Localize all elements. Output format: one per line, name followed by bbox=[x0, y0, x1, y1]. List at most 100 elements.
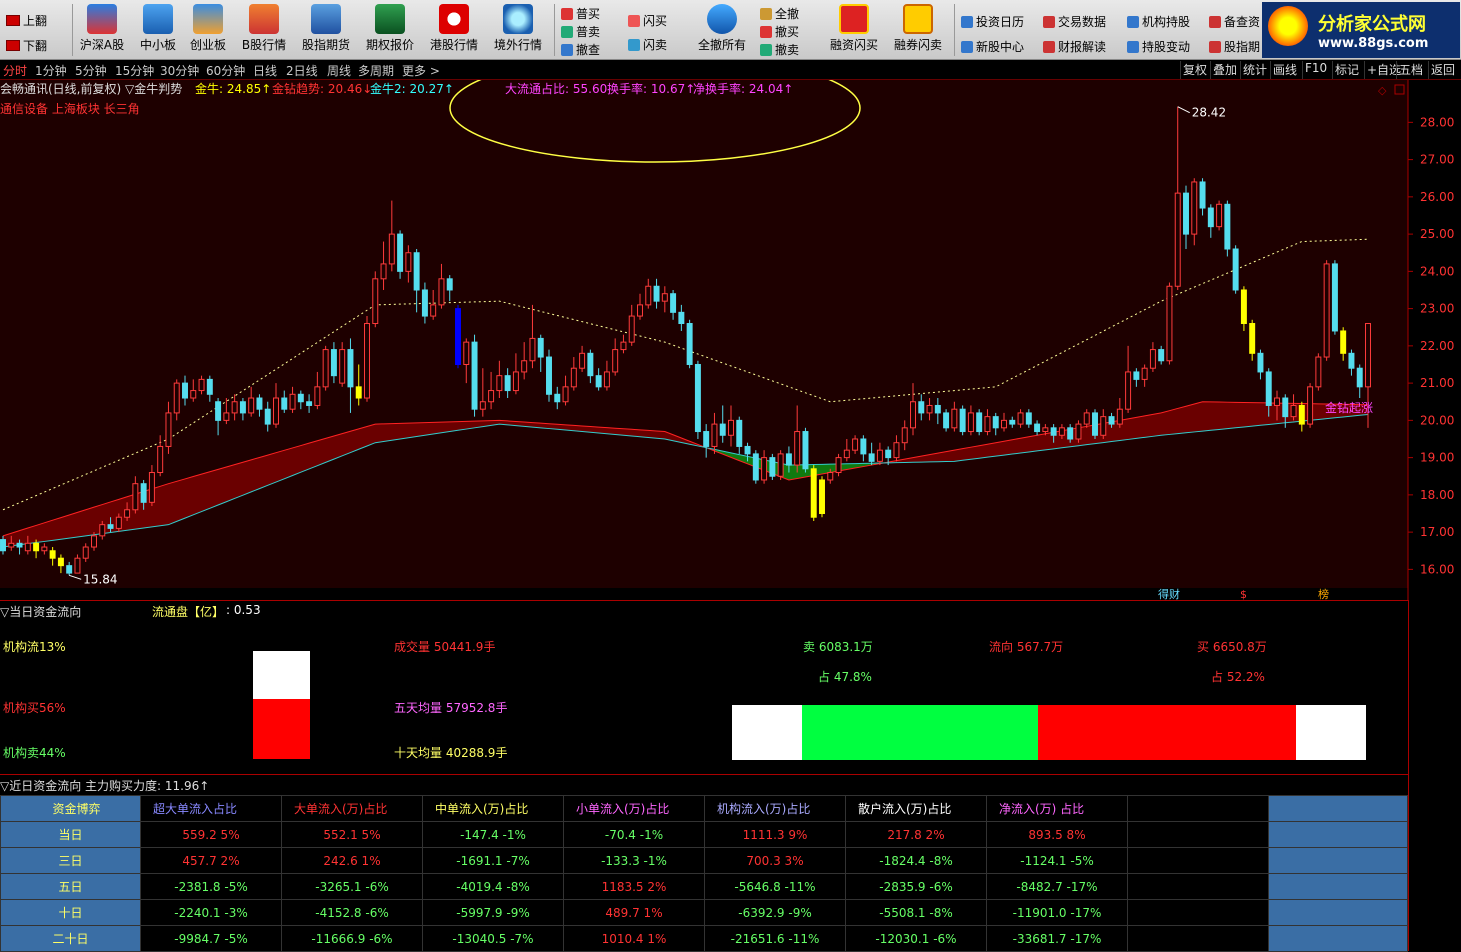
candle-body[interactable] bbox=[976, 412, 983, 433]
period-tab-10[interactable]: 更多 > bbox=[402, 62, 440, 79]
candle-body[interactable] bbox=[124, 509, 131, 518]
candle-body[interactable] bbox=[1365, 323, 1371, 388]
candle-body[interactable] bbox=[512, 371, 519, 392]
candle-body[interactable] bbox=[24, 542, 31, 552]
period-tab-8[interactable]: 周线 bbox=[327, 62, 351, 79]
period-tab-5[interactable]: 60分钟 bbox=[206, 62, 245, 79]
tool-button-3[interactable]: 画线 bbox=[1270, 61, 1299, 79]
candle-body[interactable] bbox=[173, 382, 180, 414]
candle-body[interactable] bbox=[1009, 419, 1016, 425]
candle-body[interactable] bbox=[438, 278, 445, 306]
candle-body[interactable] bbox=[537, 337, 544, 358]
candle-body[interactable] bbox=[901, 427, 908, 444]
candle-body[interactable] bbox=[165, 412, 172, 447]
candle-body[interactable] bbox=[521, 360, 528, 373]
candle-body[interactable] bbox=[1340, 330, 1347, 354]
candle-body[interactable] bbox=[645, 285, 652, 306]
ipo-center-link[interactable]: 新股中心 bbox=[961, 38, 1024, 55]
candle-body[interactable] bbox=[1265, 371, 1272, 406]
candle-body[interactable] bbox=[41, 546, 48, 552]
candle-body[interactable] bbox=[1166, 285, 1173, 362]
candle-body[interactable] bbox=[297, 393, 304, 403]
candle-body[interactable] bbox=[1183, 192, 1189, 235]
candle-body[interactable] bbox=[926, 404, 933, 414]
period-tab-3[interactable]: 15分钟 bbox=[115, 62, 154, 79]
table-row[interactable]: 五日 -2381.8 -5% -3265.1 -6% -4019.4 -8% 1183.… bbox=[0, 873, 1408, 900]
candle-body[interactable] bbox=[413, 252, 420, 291]
candle-body[interactable] bbox=[1100, 416, 1107, 436]
candle-body[interactable] bbox=[769, 457, 776, 477]
flash-buy-button[interactable]: 闪买 bbox=[628, 12, 667, 29]
table-header-5[interactable]: 机构流入(万)占比 bbox=[704, 795, 846, 822]
candle-body[interactable] bbox=[843, 449, 850, 459]
candle-body[interactable] bbox=[1092, 412, 1098, 436]
candle-body[interactable] bbox=[1315, 356, 1322, 388]
table-header-2[interactable]: 大单流入(万)占比 bbox=[281, 795, 423, 822]
period-tab-6[interactable]: 日线 bbox=[253, 62, 277, 79]
candle-body[interactable] bbox=[1191, 181, 1198, 235]
event-tag-2[interactable]: 榜 bbox=[1318, 587, 1329, 600]
page-down-button[interactable]: 下翻 bbox=[6, 37, 47, 54]
candle-body[interactable] bbox=[322, 349, 329, 388]
candle-body[interactable] bbox=[1257, 352, 1264, 373]
period-tab-9[interactable]: 多周期 bbox=[358, 62, 394, 79]
candle-body[interactable] bbox=[504, 375, 511, 392]
candle-body[interactable] bbox=[810, 468, 817, 518]
candle-body[interactable] bbox=[405, 252, 412, 272]
candle-body[interactable] bbox=[115, 516, 122, 529]
candle-body[interactable] bbox=[479, 401, 486, 410]
trade-data-link[interactable]: 交易数据 bbox=[1043, 13, 1106, 30]
candle-body[interactable] bbox=[1232, 248, 1239, 291]
candle-body[interactable] bbox=[653, 285, 660, 302]
candle-body[interactable] bbox=[463, 341, 470, 365]
candle-body[interactable] bbox=[1207, 207, 1214, 228]
candle-body[interactable] bbox=[397, 233, 404, 272]
normal-buy-button[interactable]: 普买 bbox=[561, 5, 600, 22]
index-futures-button[interactable]: 股指期货 bbox=[296, 2, 356, 58]
candle-body[interactable] bbox=[132, 483, 139, 511]
candle-body[interactable] bbox=[893, 442, 900, 459]
candle-body[interactable] bbox=[595, 375, 602, 388]
holding-change-link[interactable]: 持股变动 bbox=[1127, 38, 1190, 55]
candle-body[interactable] bbox=[910, 401, 916, 429]
candle-body[interactable] bbox=[1298, 404, 1305, 425]
candle-body[interactable] bbox=[1307, 386, 1314, 425]
candle-body[interactable] bbox=[827, 472, 834, 481]
candle-body[interactable] bbox=[1356, 367, 1363, 388]
candle-body[interactable] bbox=[1083, 412, 1090, 425]
candle-body[interactable] bbox=[1240, 289, 1247, 325]
candle-body[interactable] bbox=[1125, 371, 1132, 410]
candle-body[interactable] bbox=[380, 263, 387, 280]
table-row[interactable]: 当日 559.2 5% 552.1 5% -147.4 -1% -70.4 -1% 111… bbox=[0, 821, 1408, 848]
table-header-7[interactable]: 净流入(万) 占比 bbox=[986, 795, 1128, 822]
inst-holding-link[interactable]: 机构持股 bbox=[1127, 13, 1190, 30]
candle-body[interactable] bbox=[74, 557, 81, 574]
candle-body[interactable] bbox=[984, 416, 991, 433]
candle-body[interactable] bbox=[761, 457, 768, 481]
candle-body[interactable] bbox=[918, 401, 925, 414]
candle-body[interactable] bbox=[198, 378, 205, 392]
index-futures-link[interactable]: 股指期 bbox=[1209, 38, 1260, 55]
candle-body[interactable] bbox=[364, 323, 370, 399]
candle-body[interactable] bbox=[281, 397, 288, 410]
table-row[interactable]: 二十日 -9984.7 -5% -11666.9 -6% -13040.5 -7% 10… bbox=[0, 925, 1408, 952]
candle-body[interactable] bbox=[637, 304, 643, 317]
candle-body[interactable] bbox=[703, 431, 710, 447]
candle-body[interactable] bbox=[1141, 367, 1148, 380]
candle-body[interactable] bbox=[107, 524, 114, 529]
table-header-0[interactable]: 资金博弈 bbox=[0, 795, 141, 822]
cancel-query-button[interactable]: 撤查 bbox=[561, 41, 600, 58]
candle-body[interactable] bbox=[215, 401, 222, 421]
candle-body[interactable] bbox=[570, 367, 577, 388]
overseas-button[interactable]: 境外行情 bbox=[488, 2, 548, 58]
hs-a-share-button[interactable]: 沪深A股 bbox=[72, 2, 132, 58]
candle-body[interactable] bbox=[934, 404, 941, 414]
table-row[interactable]: 十日 -2240.1 -3% -4152.8 -6% -5997.9 -9% 489.7… bbox=[0, 899, 1408, 926]
candle-body[interactable] bbox=[182, 382, 188, 399]
candle-body[interactable] bbox=[82, 546, 89, 559]
candle-body[interactable] bbox=[314, 386, 321, 406]
candle-body[interactable] bbox=[562, 386, 569, 403]
candle-body[interactable] bbox=[579, 352, 586, 369]
candle-body[interactable] bbox=[736, 419, 743, 447]
candle-body[interactable] bbox=[140, 483, 147, 503]
